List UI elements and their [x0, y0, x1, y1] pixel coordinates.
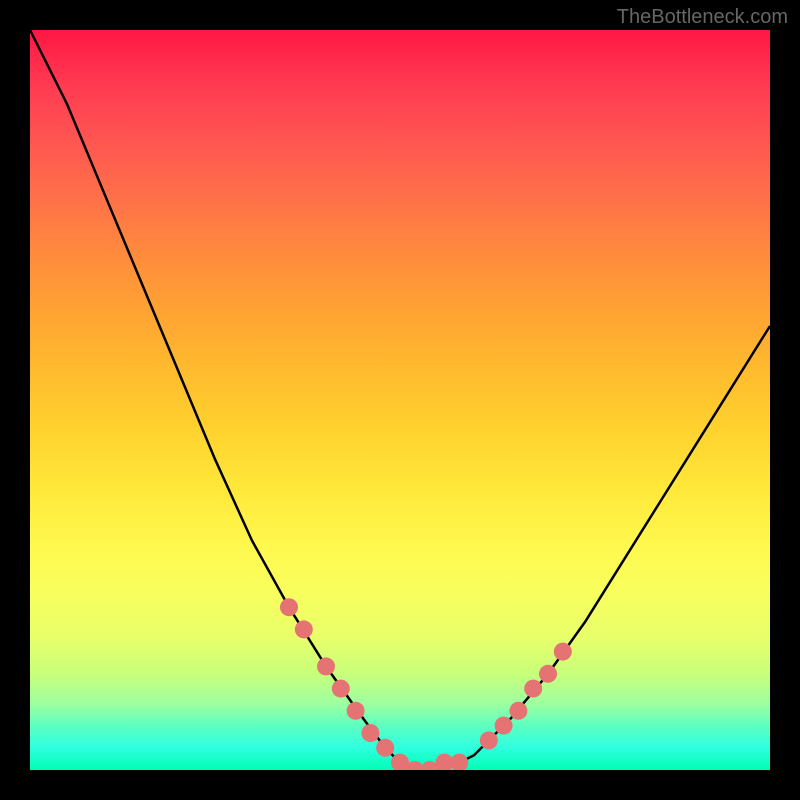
data-marker [509, 702, 527, 720]
data-marker [347, 702, 365, 720]
data-marker [495, 717, 513, 735]
data-marker [376, 739, 394, 757]
watermark-text: TheBottleneck.com [617, 6, 788, 29]
chart-container: TheBottleneck.com [0, 0, 800, 800]
data-marker [295, 620, 313, 638]
data-marker [317, 657, 335, 675]
data-markers [280, 598, 572, 770]
curve-group [30, 30, 770, 770]
bottleneck-curve [30, 30, 770, 770]
data-marker [332, 680, 350, 698]
data-marker [361, 724, 379, 742]
data-marker [524, 680, 542, 698]
data-marker [480, 731, 498, 749]
data-marker [554, 643, 572, 661]
data-marker [280, 598, 298, 616]
data-marker [539, 665, 557, 683]
chart-overlay [30, 30, 770, 770]
data-marker [450, 754, 468, 770]
